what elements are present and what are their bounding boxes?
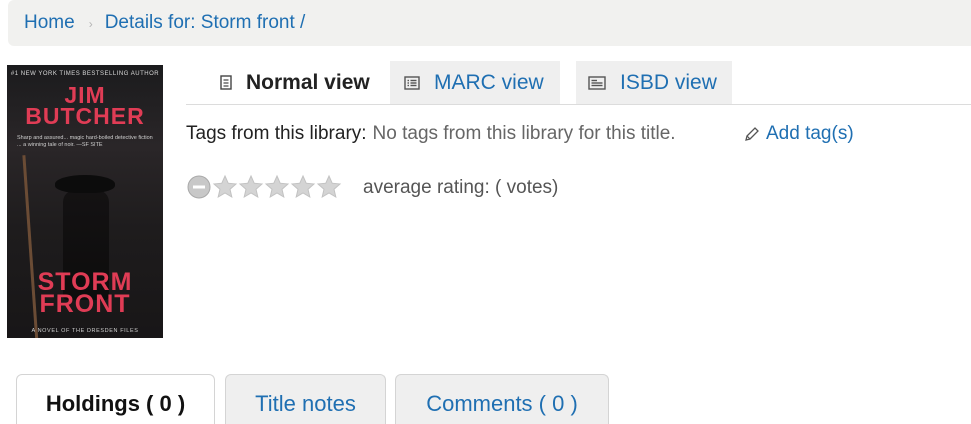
document-icon (220, 75, 232, 90)
view-tabs: Normal view MARC view ISBD view (186, 61, 971, 105)
cover-author: JIM BUTCHER (7, 84, 163, 129)
breadcrumb-current-link[interactable]: Details for: Storm front / (105, 12, 306, 34)
tab-title-notes-label: Title notes (255, 391, 356, 416)
rating-star-1-icon[interactable] (212, 174, 238, 200)
average-rating-text: average rating: ( votes) (363, 177, 559, 198)
tab-comments[interactable]: Comments ( 0 ) (395, 374, 609, 424)
tab-isbd-view-label: ISBD view (620, 70, 717, 94)
cover-subtitle: A NOVEL OF THE DRESDEN FILES (31, 328, 139, 334)
cover-blurb: Sharp and assured... magic hard-boiled d… (17, 135, 153, 148)
tab-title-notes[interactable]: Title notes (225, 374, 386, 424)
tab-normal-view-label: Normal view (246, 70, 370, 94)
add-tags-label: Add tag(s) (766, 123, 854, 144)
rating-star-5-icon[interactable] (316, 174, 342, 200)
tab-marc-view[interactable]: MARC view (390, 61, 560, 104)
card-icon (588, 75, 606, 90)
rating-star-3-icon[interactable] (264, 174, 290, 200)
breadcrumb-home-link[interactable]: Home (24, 12, 75, 34)
tab-comments-label: Comments ( 0 ) (426, 391, 578, 416)
tags-value: No tags from this library for this title… (372, 123, 676, 144)
breadcrumb-separator: › (88, 17, 93, 31)
list-icon (404, 75, 420, 90)
tab-isbd-view[interactable]: ISBD view (576, 61, 732, 104)
cover-hat-illustration (55, 175, 115, 193)
add-tags-link[interactable]: Add tag(s) (744, 123, 854, 145)
cover-author-line2: BUTCHER (25, 103, 145, 129)
tab-marc-view-label: MARC view (434, 70, 544, 94)
breadcrumb: Home › Details for: Storm front / (8, 0, 971, 46)
cover-title-line2: FRONT (39, 290, 131, 318)
rating-star-2-icon[interactable] (238, 174, 264, 200)
tab-normal-view[interactable]: Normal view (200, 61, 390, 104)
tags-row: Tags from this library: No tags from thi… (186, 123, 676, 145)
pencil-icon (744, 126, 760, 142)
tags-label: Tags from this library: (186, 123, 367, 144)
cancel-rating-icon[interactable] (186, 174, 212, 200)
rating-star-4-icon[interactable] (290, 174, 316, 200)
tab-holdings[interactable]: Holdings ( 0 ) (16, 374, 215, 424)
cover-top-line: #1 NEW YORK TIMES BESTSELLING AUTHOR (10, 71, 160, 77)
rating-widget: average rating: ( votes) (186, 172, 558, 202)
cover-title: STORM FRONT (7, 270, 163, 318)
book-cover-image[interactable]: #1 NEW YORK TIMES BESTSELLING AUTHOR JIM… (7, 65, 163, 338)
tab-holdings-label: Holdings ( 0 ) (45, 391, 186, 416)
